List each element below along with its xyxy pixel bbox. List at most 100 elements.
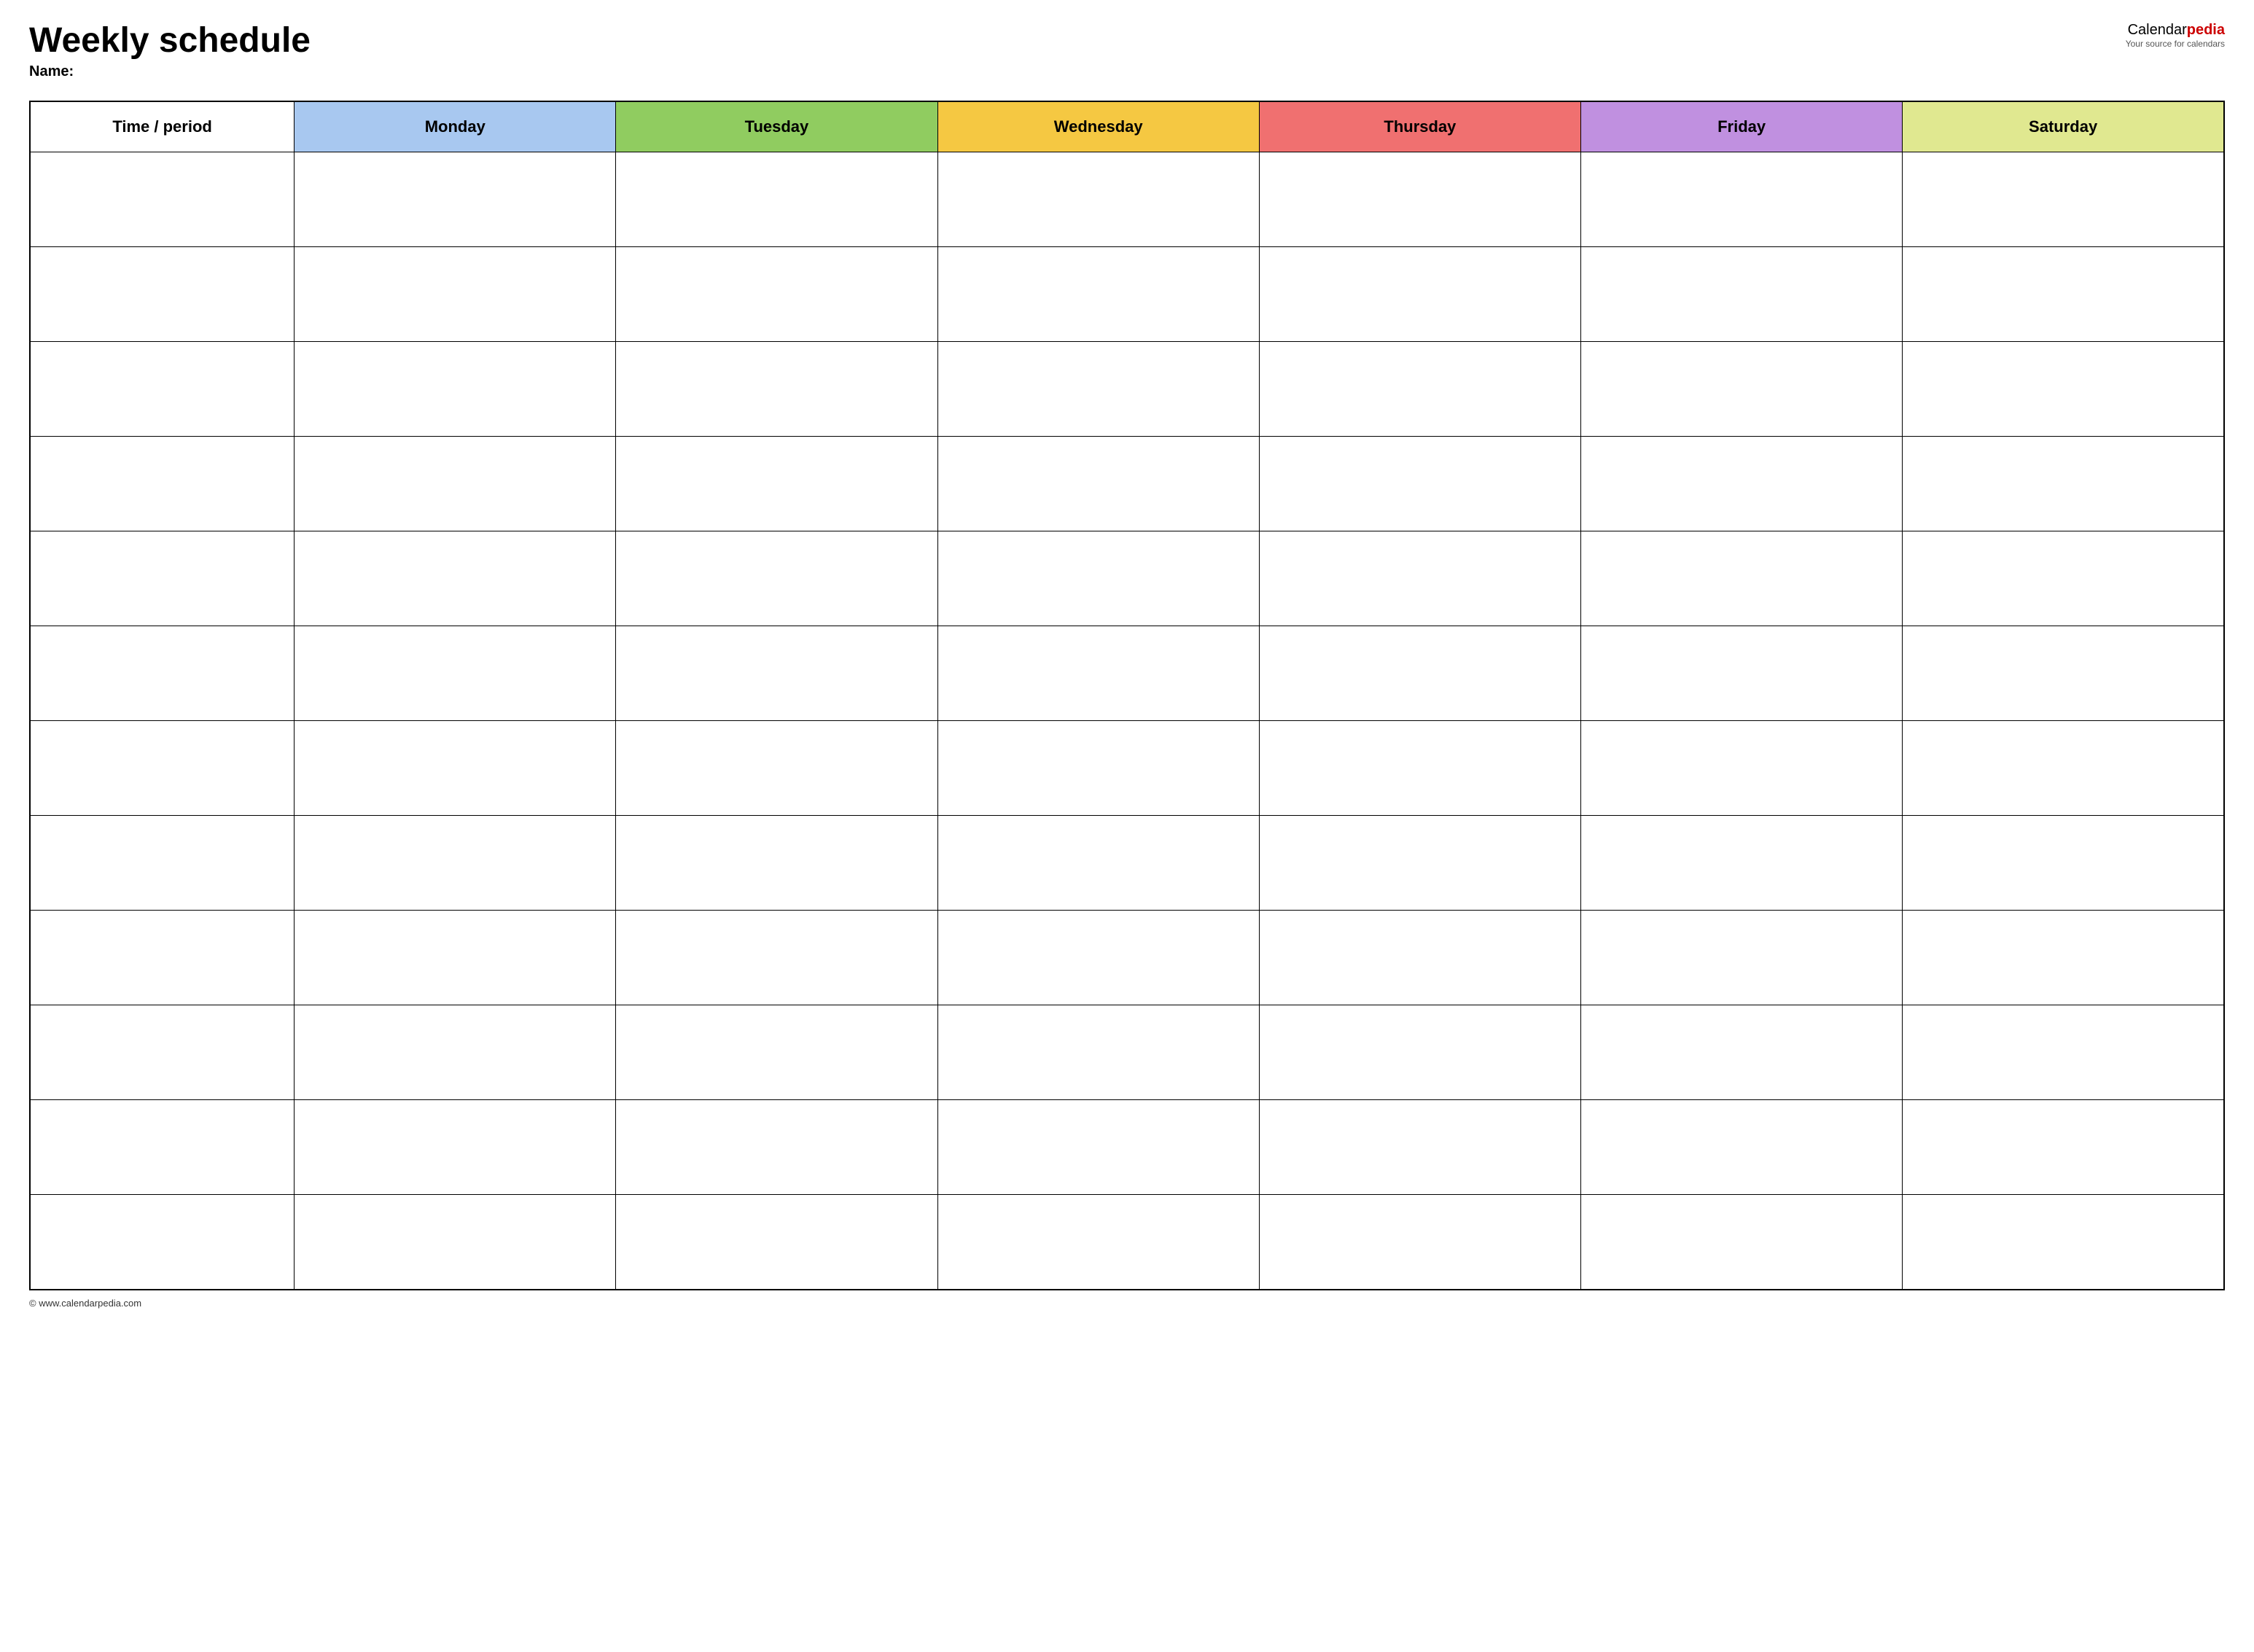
schedule-cell[interactable]: [616, 342, 937, 437]
schedule-cell[interactable]: [295, 437, 616, 531]
table-row: [30, 816, 2224, 911]
schedule-cell[interactable]: [295, 1100, 616, 1195]
schedule-cell[interactable]: [937, 152, 1259, 247]
schedule-cell[interactable]: [1581, 816, 1903, 911]
time-cell[interactable]: [30, 342, 295, 437]
table-row: [30, 1100, 2224, 1195]
schedule-cell[interactable]: [295, 626, 616, 721]
schedule-cell[interactable]: [937, 531, 1259, 626]
schedule-cell[interactable]: [616, 1195, 937, 1290]
schedule-cell[interactable]: [295, 911, 616, 1005]
schedule-cell[interactable]: [937, 721, 1259, 816]
page-header: Weekly schedule Name: Calendarpedia Your…: [29, 22, 2225, 93]
schedule-cell[interactable]: [616, 247, 937, 342]
schedule-cell[interactable]: [295, 342, 616, 437]
title-section: Weekly schedule Name:: [29, 22, 311, 93]
time-cell[interactable]: [30, 1195, 295, 1290]
schedule-cell[interactable]: [295, 531, 616, 626]
footer: © www.calendarpedia.com: [29, 1298, 2225, 1309]
schedule-cell[interactable]: [295, 247, 616, 342]
schedule-cell[interactable]: [616, 911, 937, 1005]
schedule-cell[interactable]: [937, 816, 1259, 911]
schedule-cell[interactable]: [1259, 152, 1580, 247]
time-cell[interactable]: [30, 911, 295, 1005]
schedule-cell[interactable]: [1259, 247, 1580, 342]
table-row: [30, 342, 2224, 437]
schedule-cell[interactable]: [1903, 1005, 2224, 1100]
schedule-cell[interactable]: [1581, 437, 1903, 531]
schedule-cell[interactable]: [1581, 1100, 1903, 1195]
schedule-cell[interactable]: [1581, 626, 1903, 721]
col-header-monday: Monday: [295, 101, 616, 152]
schedule-cell[interactable]: [1903, 626, 2224, 721]
schedule-cell[interactable]: [295, 721, 616, 816]
schedule-cell[interactable]: [295, 1195, 616, 1290]
schedule-cell[interactable]: [937, 1195, 1259, 1290]
schedule-cell[interactable]: [1903, 152, 2224, 247]
schedule-cell[interactable]: [1581, 1005, 1903, 1100]
schedule-cell[interactable]: [295, 1005, 616, 1100]
schedule-cell[interactable]: [1903, 816, 2224, 911]
schedule-cell[interactable]: [1259, 1100, 1580, 1195]
page-title: Weekly schedule: [29, 22, 311, 61]
schedule-cell[interactable]: [937, 911, 1259, 1005]
schedule-cell[interactable]: [1259, 721, 1580, 816]
brand-section: Calendarpedia Your source for calendars: [2126, 22, 2225, 49]
schedule-cell[interactable]: [1903, 531, 2224, 626]
schedule-cell[interactable]: [1581, 1195, 1903, 1290]
footer-url: © www.calendarpedia.com: [29, 1298, 141, 1309]
schedule-cell[interactable]: [937, 437, 1259, 531]
schedule-cell[interactable]: [616, 152, 937, 247]
schedule-cell[interactable]: [295, 152, 616, 247]
schedule-cell[interactable]: [937, 1100, 1259, 1195]
schedule-cell[interactable]: [1903, 911, 2224, 1005]
schedule-cell[interactable]: [1581, 342, 1903, 437]
schedule-cell[interactable]: [1259, 531, 1580, 626]
schedule-cell[interactable]: [1903, 1100, 2224, 1195]
schedule-cell[interactable]: [616, 1100, 937, 1195]
col-header-thursday: Thursday: [1259, 101, 1580, 152]
schedule-body: [30, 152, 2224, 1290]
schedule-cell[interactable]: [616, 531, 937, 626]
schedule-cell[interactable]: [1581, 247, 1903, 342]
schedule-cell[interactable]: [1903, 437, 2224, 531]
schedule-cell[interactable]: [937, 247, 1259, 342]
time-cell[interactable]: [30, 721, 295, 816]
table-row: [30, 152, 2224, 247]
time-cell[interactable]: [30, 152, 295, 247]
schedule-cell[interactable]: [616, 437, 937, 531]
col-header-saturday: Saturday: [1903, 101, 2224, 152]
schedule-cell[interactable]: [1259, 816, 1580, 911]
schedule-cell[interactable]: [937, 342, 1259, 437]
schedule-cell[interactable]: [616, 626, 937, 721]
time-cell[interactable]: [30, 531, 295, 626]
schedule-cell[interactable]: [1581, 531, 1903, 626]
schedule-cell[interactable]: [1581, 721, 1903, 816]
schedule-cell[interactable]: [1259, 1195, 1580, 1290]
schedule-cell[interactable]: [1903, 1195, 2224, 1290]
schedule-cell[interactable]: [616, 816, 937, 911]
schedule-cell[interactable]: [1259, 342, 1580, 437]
schedule-cell[interactable]: [295, 816, 616, 911]
schedule-cell[interactable]: [1259, 626, 1580, 721]
schedule-cell[interactable]: [1259, 1005, 1580, 1100]
schedule-cell[interactable]: [1903, 342, 2224, 437]
schedule-cell[interactable]: [937, 626, 1259, 721]
schedule-cell[interactable]: [1259, 911, 1580, 1005]
schedule-cell[interactable]: [1581, 152, 1903, 247]
schedule-cell[interactable]: [1903, 247, 2224, 342]
time-cell[interactable]: [30, 437, 295, 531]
time-cell[interactable]: [30, 1100, 295, 1195]
schedule-cell[interactable]: [1903, 721, 2224, 816]
time-cell[interactable]: [30, 626, 295, 721]
schedule-cell[interactable]: [937, 1005, 1259, 1100]
table-row: [30, 247, 2224, 342]
schedule-cell[interactable]: [1259, 437, 1580, 531]
time-cell[interactable]: [30, 247, 295, 342]
schedule-cell[interactable]: [1581, 911, 1903, 1005]
schedule-cell[interactable]: [616, 1005, 937, 1100]
schedule-cell[interactable]: [616, 721, 937, 816]
time-cell[interactable]: [30, 816, 295, 911]
brand-name-part2: pedia: [2187, 22, 2225, 38]
time-cell[interactable]: [30, 1005, 295, 1100]
